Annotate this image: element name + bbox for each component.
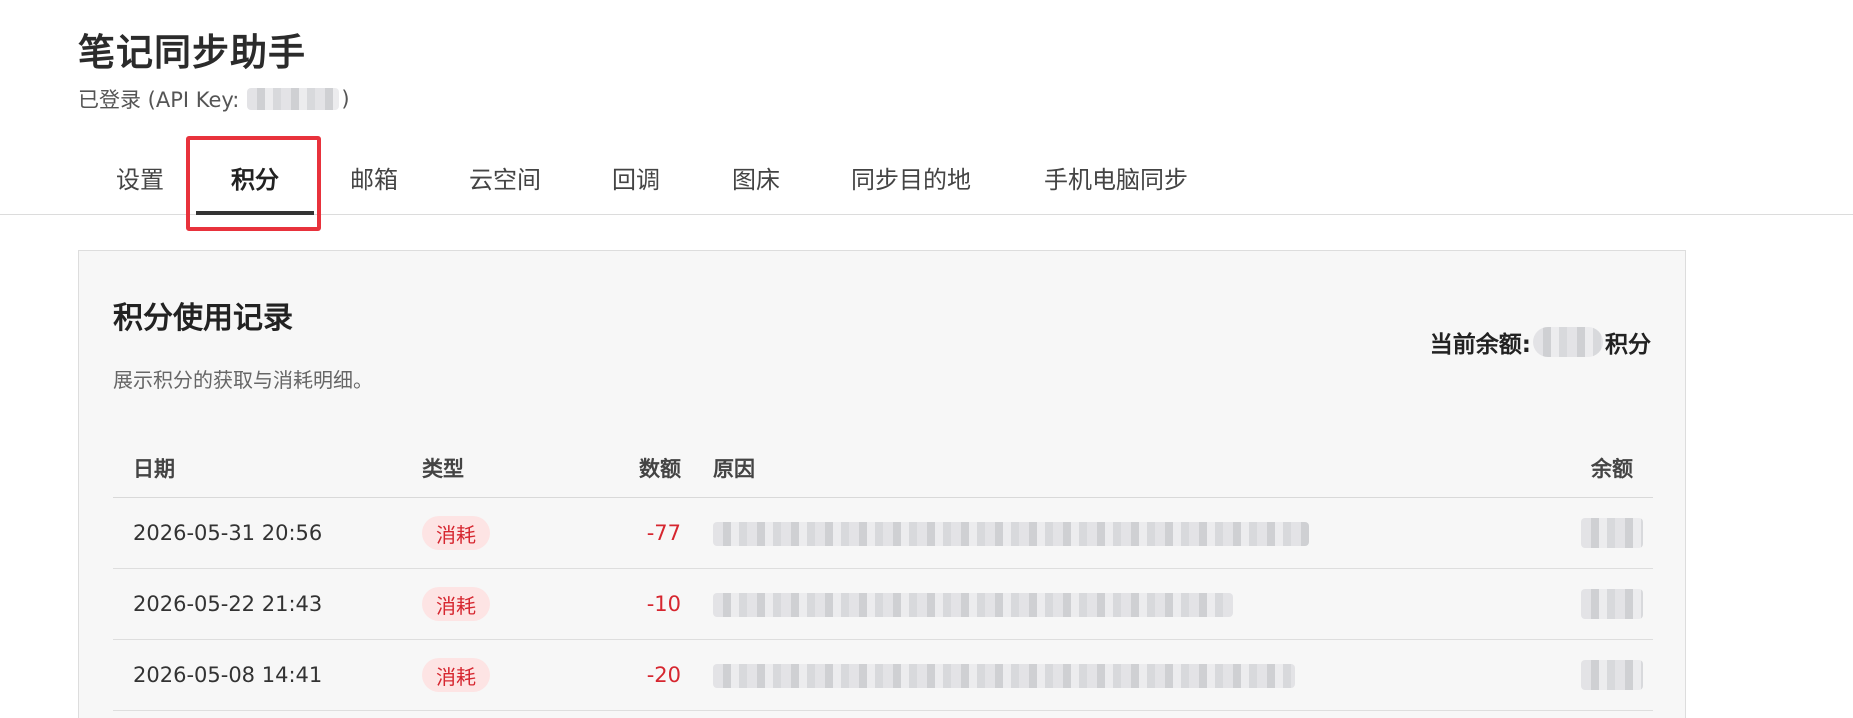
tab-image-host[interactable]: 图床 — [706, 140, 806, 215]
redacted-reason — [713, 593, 1233, 617]
redacted-balance — [1533, 327, 1603, 357]
balance-unit: 积分 — [1605, 332, 1651, 358]
panel-title: 积分使用记录 — [113, 301, 293, 336]
type-badge: 消耗 — [422, 658, 490, 692]
redacted-reason — [713, 664, 1295, 688]
tab-points[interactable]: 积分 — [196, 140, 314, 215]
row-date: 2026-05-08 14:41 — [133, 663, 323, 687]
panel-description: 展示积分的获取与消耗明细。 — [113, 368, 373, 392]
type-badge: 消耗 — [422, 516, 490, 550]
row-amount: -10 — [646, 592, 681, 616]
tab-bar: 设置 积分 邮箱 云空间 回调 图床 同步目的地 手机电脑同步 — [0, 140, 1853, 215]
table-header: 日期 类型 数额 原因 余额 — [113, 431, 1653, 498]
app-title: 笔记同步助手 — [78, 31, 306, 74]
row-date: 2026-05-22 21:43 — [133, 592, 323, 616]
points-table: 日期 类型 数额 原因 余额 2026-05-31 20:56 消耗 -77 2… — [113, 431, 1653, 711]
redacted-balance-cell — [1581, 660, 1643, 690]
redacted-reason — [713, 522, 1309, 546]
login-status-suffix: ) — [341, 87, 350, 111]
column-header-date: 日期 — [133, 457, 175, 481]
tab-settings[interactable]: 设置 — [90, 140, 190, 215]
column-header-type: 类型 — [422, 457, 464, 481]
row-amount: -20 — [646, 663, 681, 687]
points-panel: 积分使用记录 展示积分的获取与消耗明细。 当前余额: 积分 日期 类型 数额 原… — [78, 250, 1686, 718]
redacted-balance-cell — [1581, 589, 1643, 619]
redacted-api-key — [247, 88, 340, 110]
row-date: 2026-05-31 20:56 — [133, 521, 323, 545]
table-row: 2026-05-31 20:56 消耗 -77 — [113, 498, 1653, 569]
column-header-reason: 原因 — [713, 457, 755, 481]
current-balance: 当前余额: 积分 — [1430, 325, 1651, 359]
column-header-amount: 数额 — [639, 457, 681, 481]
balance-label: 当前余额: — [1429, 332, 1531, 358]
row-amount: -77 — [646, 521, 681, 545]
tab-mailbox[interactable]: 邮箱 — [324, 140, 424, 215]
login-status-prefix: 已登录 (API Key: — [78, 88, 240, 112]
table-row: 2026-05-22 21:43 消耗 -10 — [113, 569, 1653, 640]
tab-callback[interactable]: 回调 — [586, 140, 686, 215]
tab-sync-destination[interactable]: 同步目的地 — [836, 140, 986, 215]
tab-phone-pc-sync[interactable]: 手机电脑同步 — [1026, 140, 1206, 215]
table-row: 2026-05-08 14:41 消耗 -20 — [113, 640, 1653, 711]
column-header-balance: 余额 — [1591, 457, 1633, 481]
tab-cloud-space[interactable]: 云空间 — [440, 140, 570, 215]
login-status: 已登录 (API Key: ) — [78, 84, 350, 114]
type-badge: 消耗 — [422, 587, 490, 621]
redacted-balance-cell — [1581, 518, 1643, 548]
